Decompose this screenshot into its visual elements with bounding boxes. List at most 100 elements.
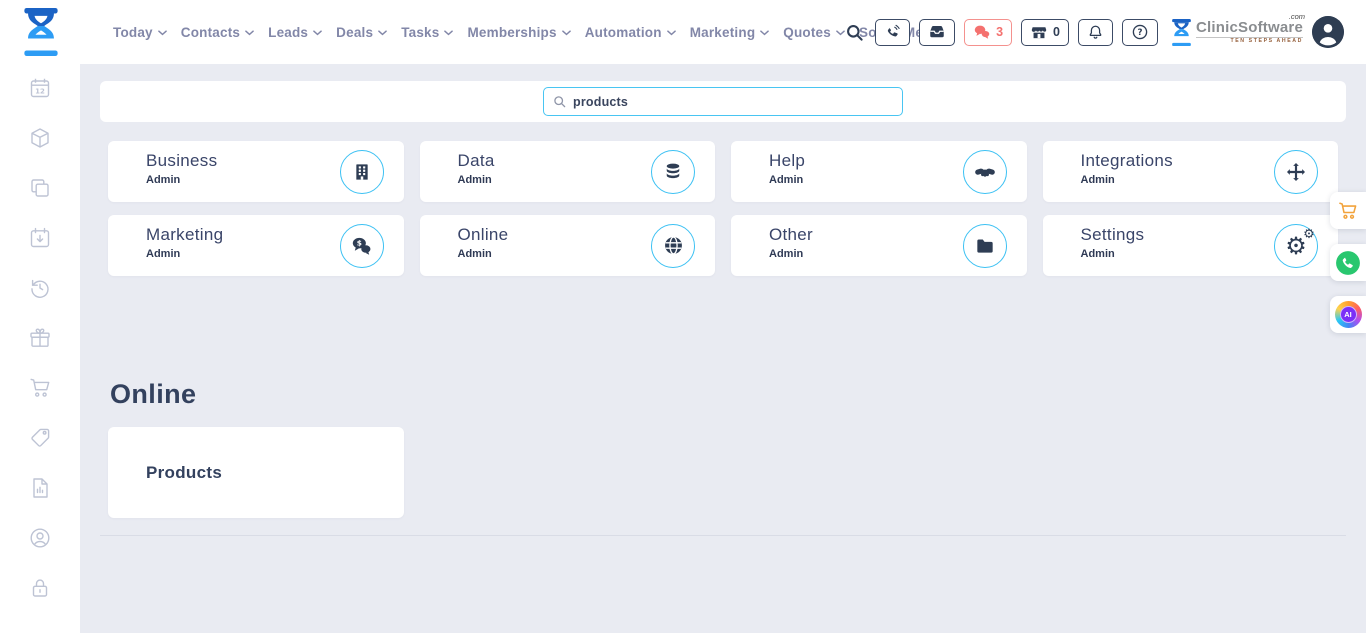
search-button[interactable] xyxy=(843,23,866,42)
sidebar-cart-icon[interactable] xyxy=(28,376,52,400)
ai-label: AI xyxy=(1340,306,1357,323)
sidebar-copy-pages-icon[interactable] xyxy=(28,176,52,200)
help-button[interactable]: ? xyxy=(1122,19,1158,46)
nav-label: Contacts xyxy=(181,25,240,40)
nav-label: Today xyxy=(113,25,153,40)
search-icon xyxy=(553,95,566,108)
app-logo[interactable] xyxy=(22,8,60,61)
sidebar-calendar-import-icon[interactable] xyxy=(28,226,52,250)
bell-icon xyxy=(1087,24,1104,41)
avatar[interactable] xyxy=(1312,16,1344,48)
divider xyxy=(100,535,1346,536)
handshake-icon xyxy=(974,161,996,183)
sidebar-history-icon[interactable] xyxy=(28,276,52,300)
brand-text: ClinicSoftware .com TEN STEPS AHEAD xyxy=(1196,20,1303,44)
notifications-button[interactable] xyxy=(1078,19,1113,46)
clinicsoftware-logo[interactable]: ClinicSoftware .com TEN STEPS AHEAD xyxy=(1171,19,1303,46)
phone-button[interactable] xyxy=(875,19,910,46)
svg-text:$: $ xyxy=(357,238,362,247)
search-icon xyxy=(845,23,864,42)
nav-item-today[interactable]: Today xyxy=(113,25,167,40)
chevron-down-icon xyxy=(444,30,453,36)
main-nav: Today Contacts Leads Deals Tasks Members… xyxy=(113,0,943,64)
card-integrations[interactable]: Integrations Admin xyxy=(1043,141,1339,202)
nav-item-automation[interactable]: Automation xyxy=(585,25,676,40)
hourglass-logo-icon xyxy=(22,8,60,56)
chevron-down-icon xyxy=(760,30,769,36)
card-other[interactable]: Other Admin xyxy=(731,215,1027,276)
nav-item-tasks[interactable]: Tasks xyxy=(401,25,453,40)
database-icon xyxy=(663,162,683,182)
sidebar: 12 xyxy=(0,64,80,633)
whatsapp-float-button[interactable] xyxy=(1330,244,1366,281)
sidebar-lock-icon[interactable] xyxy=(28,576,52,600)
nav-label: Deals xyxy=(336,25,373,40)
svg-text:?: ? xyxy=(1138,28,1143,38)
sidebar-user-circle-icon[interactable] xyxy=(28,526,52,550)
card-products[interactable]: Products xyxy=(108,427,404,518)
inbox-button[interactable] xyxy=(919,19,955,46)
question-circle-icon: ? xyxy=(1131,23,1149,41)
user-icon xyxy=(1312,16,1344,48)
nav-label: Automation xyxy=(585,25,662,40)
header-actions: 3 0 ? ClinicSoftware .com TEN STEPS xyxy=(843,0,1344,64)
chevron-down-icon xyxy=(562,30,571,36)
store-icon xyxy=(1030,24,1048,41)
brand-name: ClinicSoftware xyxy=(1196,19,1303,36)
gears-icon: ⚙⚙ xyxy=(1285,234,1307,258)
hourglass-logo-icon xyxy=(1171,19,1192,46)
building-icon xyxy=(352,162,372,182)
nav-label: Marketing xyxy=(690,25,756,40)
svg-text:12: 12 xyxy=(35,87,45,95)
store-button[interactable]: 0 xyxy=(1021,19,1069,46)
inbox-icon xyxy=(928,23,946,41)
orders-badge: 0 xyxy=(1053,25,1060,39)
nav-item-memberships[interactable]: Memberships xyxy=(467,25,570,40)
nav-item-leads[interactable]: Leads xyxy=(268,25,322,40)
card-marketing[interactable]: Marketing Admin $ xyxy=(108,215,404,276)
chevron-down-icon xyxy=(378,30,387,36)
main-content: Business Admin Data Admin Help Admin Int… xyxy=(80,64,1366,633)
nav-label: Tasks xyxy=(401,25,439,40)
card-online[interactable]: Online Admin xyxy=(420,215,716,276)
folder-icon xyxy=(975,236,995,256)
brand-com: .com xyxy=(1289,13,1305,21)
cart-float-button[interactable] xyxy=(1330,192,1366,229)
card-settings[interactable]: Settings Admin ⚙⚙ xyxy=(1043,215,1339,276)
chevron-down-icon xyxy=(667,30,676,36)
section-title: Online xyxy=(110,379,196,410)
globe-icon xyxy=(663,235,684,256)
ai-icon: AI xyxy=(1335,301,1362,328)
card-help[interactable]: Help Admin xyxy=(731,141,1027,202)
ai-assistant-float-button[interactable]: AI xyxy=(1330,296,1366,333)
nav-item-marketing[interactable]: Marketing xyxy=(690,25,770,40)
nav-item-quotes[interactable]: Quotes xyxy=(783,25,845,40)
search-input[interactable] xyxy=(573,95,893,109)
nav-label: Memberships xyxy=(467,25,556,40)
nav-label: Leads xyxy=(268,25,308,40)
sidebar-tags-icon[interactable] xyxy=(28,426,52,450)
nav-item-deals[interactable]: Deals xyxy=(336,25,387,40)
sidebar-file-chart-icon[interactable] xyxy=(28,476,52,500)
sidebar-gift-icon[interactable] xyxy=(28,326,52,350)
chevron-down-icon xyxy=(158,30,167,36)
comments-icon xyxy=(973,24,991,40)
result-label: Products xyxy=(146,463,222,483)
nav-item-contacts[interactable]: Contacts xyxy=(181,25,254,40)
nav-label: Quotes xyxy=(783,25,831,40)
sidebar-calendar-12-icon[interactable]: 12 xyxy=(28,76,52,100)
chevron-down-icon xyxy=(245,30,254,36)
category-grid: Business Admin Data Admin Help Admin Int… xyxy=(108,141,1338,276)
messages-button[interactable]: 3 xyxy=(964,19,1012,46)
cart-icon xyxy=(1337,200,1359,222)
chevron-down-icon xyxy=(313,30,322,36)
search-box[interactable] xyxy=(543,87,903,116)
card-data[interactable]: Data Admin xyxy=(420,141,716,202)
comments-dollar-icon: $ xyxy=(351,236,372,256)
phone-volume-icon xyxy=(884,24,901,41)
card-business[interactable]: Business Admin xyxy=(108,141,404,202)
top-header: Today Contacts Leads Deals Tasks Members… xyxy=(0,0,1366,64)
whatsapp-icon xyxy=(1335,250,1361,276)
brand-tagline: TEN STEPS AHEAD xyxy=(1196,37,1303,44)
sidebar-cube-icon[interactable] xyxy=(28,126,52,150)
